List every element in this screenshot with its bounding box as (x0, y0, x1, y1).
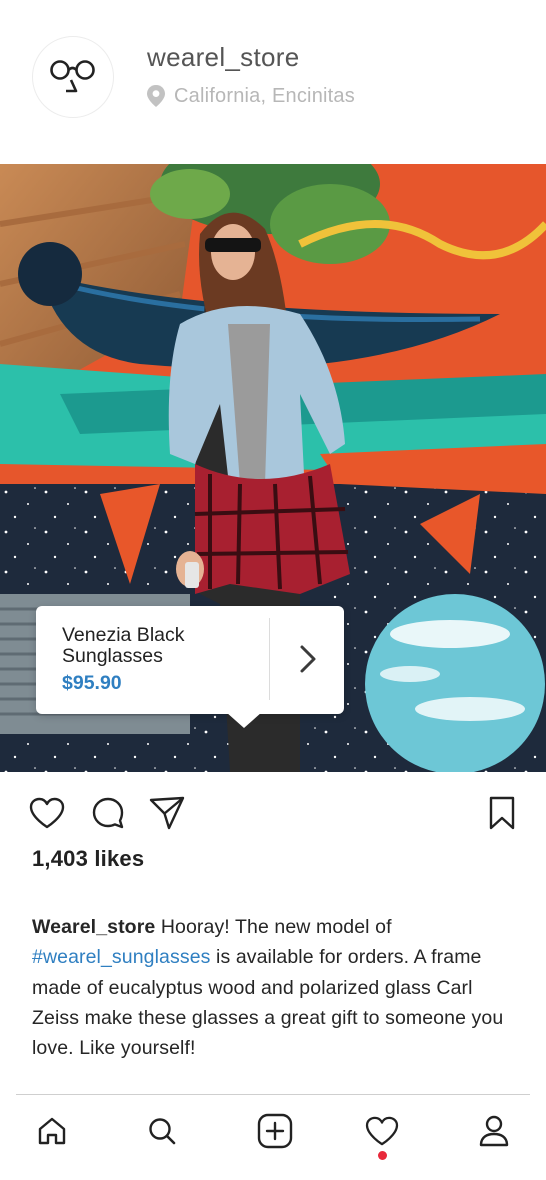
heart-icon (29, 797, 65, 829)
caption-text-before: Hooray! The new model of (155, 916, 392, 938)
profile-icon (479, 1115, 509, 1147)
likes-count[interactable]: 1,403 likes (32, 846, 144, 872)
avatar[interactable] (32, 36, 114, 118)
add-post-icon (257, 1113, 293, 1149)
location[interactable]: California, Encinitas (146, 84, 355, 108)
nav-add-post[interactable] (252, 1108, 298, 1154)
nav-divider (16, 1094, 530, 1095)
tag-divider (269, 618, 270, 700)
glasses-logo-icon (50, 60, 95, 93)
nav-home[interactable] (29, 1108, 75, 1154)
chevron-right-icon (300, 645, 316, 673)
bookmark-icon (489, 796, 515, 830)
location-label: California, Encinitas (174, 84, 355, 107)
product-details-button[interactable] (286, 636, 330, 682)
nav-profile[interactable] (471, 1108, 517, 1154)
product-name: Venezia Black Sunglasses (62, 624, 185, 667)
product-tag[interactable]: Venezia Black Sunglasses $95.90 (36, 606, 344, 728)
heart-icon (365, 1116, 399, 1146)
location-pin-icon (147, 85, 165, 107)
comment-button[interactable] (89, 794, 127, 832)
nav-activity[interactable] (359, 1108, 405, 1154)
product-price: $95.90 (62, 672, 122, 694)
caption-hashtag[interactable]: #wearel_sunglasses (32, 946, 211, 968)
share-button[interactable] (148, 794, 186, 832)
save-button[interactable] (483, 794, 521, 832)
caption-author[interactable]: Wearel_store (32, 916, 155, 938)
comment-icon (92, 797, 124, 829)
username[interactable]: wearel_store (147, 42, 299, 73)
paper-plane-icon (149, 796, 185, 830)
tag-pointer (226, 712, 262, 728)
home-icon (38, 1117, 66, 1145)
search-icon (149, 1118, 176, 1145)
like-button[interactable] (28, 794, 66, 832)
post-caption: Wearel_store Hooray! The new model of #w… (32, 912, 522, 1063)
profile-header: wearel_store California, Encinitas (0, 0, 546, 164)
nav-search[interactable] (139, 1108, 185, 1154)
post-actions (0, 772, 546, 852)
notification-dot (378, 1151, 387, 1160)
